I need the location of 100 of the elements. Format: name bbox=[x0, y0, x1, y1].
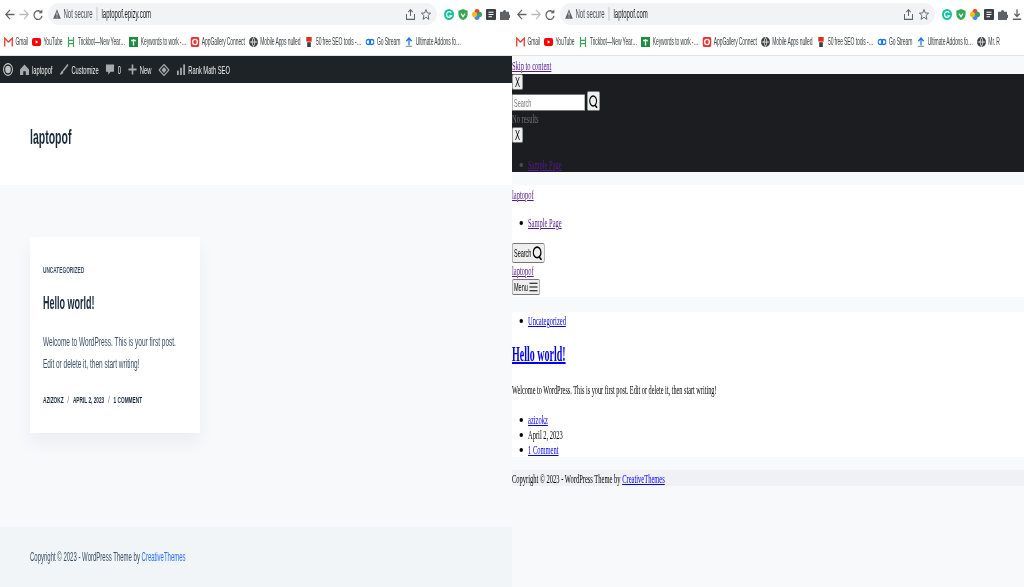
cross-tile-icon bbox=[641, 36, 651, 47]
share-icon[interactable] bbox=[405, 8, 416, 20]
figure-icon bbox=[304, 36, 314, 47]
chart-icon bbox=[176, 64, 186, 75]
copyright-text: Copyright © 2023 - WordPress Theme byCreativeThemes bbox=[30, 550, 186, 564]
shield-icon[interactable] bbox=[956, 8, 966, 20]
download-icon[interactable] bbox=[1012, 8, 1022, 20]
menu-button[interactable]: Menu bbox=[512, 279, 540, 295]
theme-link[interactable]: CreativeThemes bbox=[622, 471, 665, 486]
address-bar[interactable]: Not secure laptopof.com bbox=[560, 3, 935, 25]
bookmark-link[interactable]: Ultimate Addons fo… bbox=[404, 36, 461, 47]
menu-link[interactable]: Sample Page bbox=[528, 215, 562, 230]
bookmark-link[interactable]: Keywords to work -… bbox=[641, 36, 699, 47]
bookmark-link[interactable]: 50 free SEO tools -… bbox=[816, 36, 874, 47]
search-button[interactable]: Search bbox=[512, 243, 545, 263]
home-icon bbox=[20, 64, 29, 75]
plus-icon bbox=[127, 64, 137, 75]
bullet-icon bbox=[519, 447, 523, 452]
bullet-icon bbox=[519, 162, 523, 167]
site-title[interactable]: laptopof bbox=[30, 125, 72, 149]
search-button[interactable] bbox=[587, 91, 600, 111]
close-button[interactable]: X bbox=[512, 74, 523, 90]
puzzle-icon[interactable] bbox=[500, 8, 510, 20]
rings-icon bbox=[365, 36, 375, 47]
site-link[interactable]: laptopof bbox=[512, 263, 534, 278]
bookmark-link[interactable]: Mobile Apps nulled bbox=[760, 36, 813, 47]
admin-bar-link[interactable]: New bbox=[127, 63, 152, 76]
search-field[interactable]: Search bbox=[512, 94, 585, 111]
bookmark-link[interactable]: Trickbot—New Year… bbox=[578, 36, 638, 47]
comment-icon bbox=[105, 64, 115, 75]
bookmark-link[interactable]: Gmail bbox=[516, 36, 541, 47]
post-title-link[interactable]: Hello world! bbox=[43, 293, 95, 313]
meta-link[interactable]: 1 Comment bbox=[528, 442, 559, 457]
meta-link[interactable]: 1 COMMENT bbox=[113, 394, 143, 406]
bookmark-link[interactable]: AppGallery Connect bbox=[702, 36, 757, 47]
arrow-icon bbox=[404, 36, 414, 47]
post-title-link[interactable]: Hello world! bbox=[512, 343, 566, 365]
search-icon bbox=[532, 246, 543, 260]
skip-link[interactable]: Skip to content bbox=[512, 58, 552, 73]
figure-icon bbox=[816, 36, 826, 47]
bullet-icon bbox=[519, 417, 523, 422]
bookmark-link[interactable]: Trickbot—New Year… bbox=[66, 36, 126, 47]
bookmark-link[interactable]: Gmail bbox=[4, 36, 29, 47]
bookmark-link[interactable]: 50 free SEO tools -… bbox=[304, 36, 362, 47]
bullet-icon bbox=[519, 220, 523, 225]
bookmark-link[interactable]: Go Stream bbox=[877, 36, 913, 47]
brush-icon bbox=[59, 64, 69, 75]
tile-icon[interactable] bbox=[486, 8, 496, 20]
meta-link[interactable]: AZIZOKZ bbox=[43, 394, 64, 406]
search-icon bbox=[589, 94, 598, 108]
bullet-icon bbox=[519, 318, 523, 323]
category-link[interactable]: UNCATEGORIZED bbox=[43, 264, 85, 276]
globe-icon bbox=[760, 36, 770, 47]
bookmark-link[interactable]: Mobile Apps nulled bbox=[248, 36, 301, 47]
post-date: April 2, 2023 bbox=[528, 427, 563, 442]
bookmark-link[interactable]: Keywords to work -… bbox=[129, 36, 187, 47]
ring-tile-icon bbox=[190, 36, 200, 47]
ring-tile-icon bbox=[702, 36, 712, 47]
url-text[interactable]: laptopof.epizy.com bbox=[101, 7, 152, 21]
address-bar[interactable]: Not secure laptopof.epizy.com bbox=[48, 3, 437, 25]
bookmark-link[interactable]: Go Stream bbox=[365, 36, 401, 47]
meta-link[interactable]: azizokz bbox=[528, 412, 548, 427]
category-link[interactable]: Uncategorized bbox=[528, 313, 566, 328]
admin-bar-link[interactable]: 0 bbox=[105, 63, 121, 76]
share-icon[interactable] bbox=[903, 8, 914, 20]
theme-link[interactable]: CreativeThemes bbox=[141, 550, 186, 564]
color-wheel-icon[interactable] bbox=[970, 8, 980, 20]
globe-icon bbox=[248, 36, 258, 47]
security-label[interactable]: Not secure bbox=[575, 7, 605, 21]
puzzle-icon[interactable] bbox=[998, 8, 1008, 20]
bookmark-link[interactable]: Mr. R bbox=[976, 36, 1000, 47]
warning-icon[interactable] bbox=[53, 9, 61, 19]
play-icon bbox=[544, 36, 554, 47]
shield-icon[interactable] bbox=[458, 8, 468, 20]
site-link[interactable]: laptopof bbox=[512, 187, 534, 202]
bookmark-link[interactable]: AppGallery Connect bbox=[190, 36, 245, 47]
bullet-icon bbox=[519, 432, 523, 437]
admin-bar-link[interactable]: Rank Math SEO bbox=[176, 63, 230, 76]
cross-tile-icon bbox=[129, 36, 139, 47]
globe-icon bbox=[976, 36, 986, 47]
admin-bar-link[interactable]: Customize bbox=[59, 63, 99, 76]
logo-icon[interactable] bbox=[3, 63, 13, 76]
warning-icon[interactable] bbox=[565, 9, 573, 19]
url-text[interactable]: laptopof.com bbox=[613, 7, 648, 21]
close-button[interactable]: X bbox=[512, 127, 523, 143]
security-label[interactable]: Not secure bbox=[63, 7, 93, 21]
copyright-text: Copyright © 2023 - WordPress Theme byCreativeThemes bbox=[512, 471, 666, 486]
post-excerpt: Welcome to WordPress. This is your first post. Edit or delete it, then start writing! bbox=[512, 383, 718, 398]
admin-bar-link[interactable]: laptopof bbox=[20, 63, 53, 76]
play-icon bbox=[32, 36, 42, 47]
arrow-icon bbox=[916, 36, 926, 47]
mail-icon bbox=[516, 36, 525, 47]
color-wheel-icon[interactable] bbox=[472, 8, 482, 20]
bookmark-link[interactable]: YouTube bbox=[544, 36, 575, 47]
tile-icon[interactable] bbox=[984, 8, 994, 20]
search-message: No results bbox=[512, 111, 540, 126]
rings-icon bbox=[877, 36, 887, 47]
bookmark-link[interactable]: Ultimate Addons fo… bbox=[916, 36, 973, 47]
bookmark-link[interactable]: YouTube bbox=[32, 36, 63, 47]
post-excerpt: Welcome to WordPress. This is your first post. Edit or delete it, then start writing! bbox=[43, 333, 177, 373]
